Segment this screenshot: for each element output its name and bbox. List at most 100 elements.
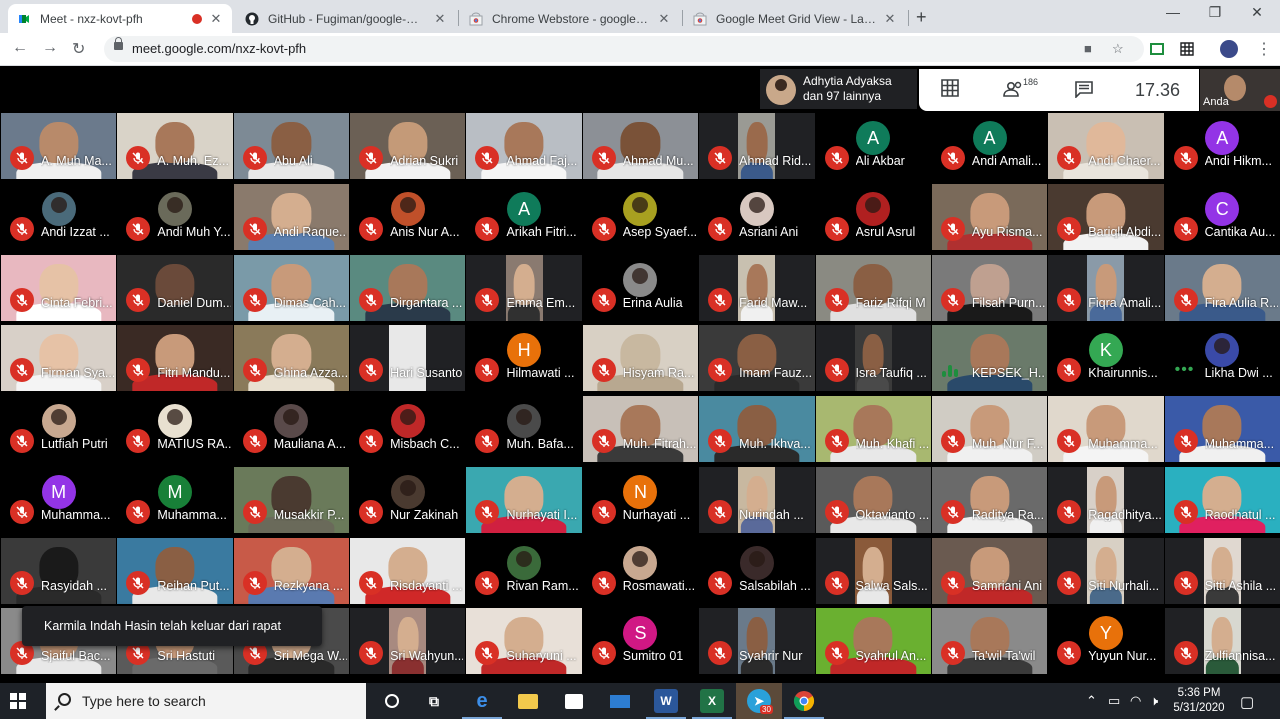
participant-tile[interactable]: M Muhamma... [1,466,117,533]
participant-tile[interactable]: Ghina Azza... [233,325,350,392]
windows-start-icon[interactable] [10,693,26,709]
participant-tile[interactable]: ••• Likha Dwi ... [1164,325,1280,392]
participant-tile[interactable]: Hari Susanto [350,325,466,392]
participant-tile[interactable]: Reihan Put... [117,537,233,604]
task-view-icon[interactable]: ⧉ [422,689,446,713]
close-tab-icon[interactable]: ✕ [882,11,898,27]
participant-tile[interactable]: M Muhamma... [117,466,233,533]
participant-tile[interactable]: Salwa Sals... [815,537,931,604]
participant-tile[interactable]: S Sumitro 01 [582,608,699,675]
mail-icon[interactable] [608,689,632,713]
participant-tile[interactable]: A Arikah Fitri... [466,183,582,250]
grid-extension-icon[interactable] [1180,42,1194,56]
participant-tile[interactable]: Misbach C... [350,396,466,462]
address-bar[interactable]: meet.google.com/nxz-kovt-pfh ■ ☆ [104,36,1144,62]
participant-tile[interactable]: A Ali Akbar [815,113,931,179]
camera-icon[interactable]: ■ [1084,41,1092,56]
close-tab-icon[interactable]: ✕ [208,11,224,27]
participant-tile[interactable]: Dimas Cah... [233,254,350,321]
participant-tile[interactable]: N Nurhayati ... [582,466,699,533]
participant-tile[interactable]: Hisyam Ra... [582,325,699,392]
participant-tile[interactable]: Muh. Ikhva... [699,396,815,462]
file-explorer-icon[interactable] [516,689,540,713]
participant-tile[interactable]: Fitri Mandu... [117,325,233,392]
participant-tile[interactable]: Rivan Ram... [466,537,582,604]
participant-tile[interactable]: Andi Izzat ... [1,183,117,250]
participant-tile[interactable]: A Andi Hikm... [1164,113,1280,179]
participant-tile[interactable]: Ayu Risma... [931,183,1048,250]
participant-tile[interactable]: Fiqra Amali... [1048,254,1164,321]
participant-tile[interactable]: Rezkyana ... [233,537,350,604]
participant-tile[interactable]: Zulfiannisa... [1164,608,1280,675]
participant-tile[interactable]: Isra Taufiq ... [815,325,931,392]
participant-tile[interactable]: Andi Chaer... [1048,113,1164,179]
participant-tile[interactable]: Musakkir P... [233,466,350,533]
close-tab-icon[interactable]: ✕ [432,11,448,27]
store-icon[interactable] [562,689,586,713]
bookmark-star-icon[interactable]: ☆ [1112,41,1124,57]
participant-tile[interactable]: Ahmad Rid... [699,113,815,179]
participant-tile[interactable]: A. Muh. Ez... [117,113,233,179]
participant-tile[interactable]: Asriani Ani [699,183,815,250]
network-icon[interactable]: ◠ [1130,693,1141,709]
participant-tile[interactable]: Nurhayati I... [466,466,582,533]
participant-tile[interactable]: Adrian Sukri [350,113,466,179]
participant-tile[interactable]: Ahmad Mu... [582,113,699,179]
participant-tile[interactable]: Daniel Dum... [117,254,233,321]
participant-tile[interactable]: Mauliana A... [233,396,350,462]
participant-tile[interactable]: Sri Wahyun... [350,608,466,675]
participant-tile[interactable]: A Andi Amali... [931,113,1048,179]
participant-tile[interactable]: Ahmad Faj... [466,113,582,179]
participant-tile[interactable]: Anis Nur A... [350,183,466,250]
people-icon[interactable] [1003,81,1025,97]
participant-tile[interactable]: Imam Fauz... [699,325,815,392]
participant-tile[interactable]: Andi Raque... [233,183,350,250]
reload-icon[interactable]: ↻ [72,39,85,59]
participant-tile[interactable]: Raodhatul ... [1164,466,1280,533]
close-tab-icon[interactable]: ✕ [656,11,672,27]
participant-tile[interactable]: H Hilmawati ... [466,325,582,392]
excel-icon[interactable]: X [700,689,724,713]
participant-tile[interactable]: Muhamma... [1164,396,1280,462]
participant-tile[interactable]: C Cantika Au... [1164,183,1280,250]
chat-icon[interactable] [1075,81,1093,98]
participant-tile[interactable]: Muh. Fitrah... [582,396,699,462]
participant-tile[interactable]: Lutfiah Putri [1,396,117,462]
profile-avatar[interactable] [1220,40,1238,58]
new-tab-button[interactable]: + [916,7,927,28]
grid-view-icon[interactable] [941,79,959,97]
self-view-tile[interactable]: Anda [1200,69,1280,111]
participant-tile[interactable]: Raditya Ra... [931,466,1048,533]
tab-grid-view[interactable]: Google Meet Grid View - Lapork ✕ [684,4,906,33]
restore-icon[interactable]: ❐ [1200,4,1230,21]
minimize-icon[interactable]: — [1158,4,1188,20]
tab-github[interactable]: GitHub - Fugiman/google-meet ✕ [236,4,456,33]
telegram-taskbar-item[interactable]: ➤ 30 [736,683,782,719]
participant-tile[interactable]: Asrul Asrul [815,183,931,250]
back-icon[interactable]: ← [12,39,28,57]
volume-icon[interactable]: 🕨 [1150,693,1158,709]
participant-tile[interactable]: Erina Aulia [582,254,699,321]
participant-tile[interactable]: Abu Ali [233,113,350,179]
chrome-icon[interactable] [792,689,816,713]
participant-tile[interactable]: Risdayanti ... [350,537,466,604]
participant-tile[interactable]: Rosmawati... [582,537,699,604]
participant-tile[interactable]: K Khairunnis... [1048,325,1164,392]
participant-tile[interactable]: Filsah Purn... [931,254,1048,321]
forward-icon[interactable]: → [42,39,58,57]
participant-tile[interactable]: Sitti Ashila ... [1164,537,1280,604]
edge-icon[interactable]: e [470,689,494,713]
participant-tile[interactable]: Siti Nurhali... [1048,537,1164,604]
tab-chrome-webstore[interactable]: Chrome Webstore - google mee ✕ [460,4,680,33]
participant-tile[interactable]: Rasyidah ... [1,537,117,604]
participant-tile[interactable]: Firman Sya... [1,325,117,392]
participant-tile[interactable]: Farid Maw... [699,254,815,321]
participant-tile[interactable]: Emma Em... [466,254,582,321]
participant-tile[interactable]: A. Muh Ma... [1,113,117,179]
participant-tile[interactable]: Asep Syaef... [582,183,699,250]
participant-tile[interactable]: Syahrir Nur [699,608,815,675]
system-clock[interactable]: 5:36 PM 5/31/2020 [1170,686,1228,716]
cast-extension-icon[interactable] [1150,42,1164,56]
participant-tile[interactable]: KEPSEK_H... [931,325,1048,392]
participant-tile[interactable]: Muh. Nur F... [931,396,1048,462]
